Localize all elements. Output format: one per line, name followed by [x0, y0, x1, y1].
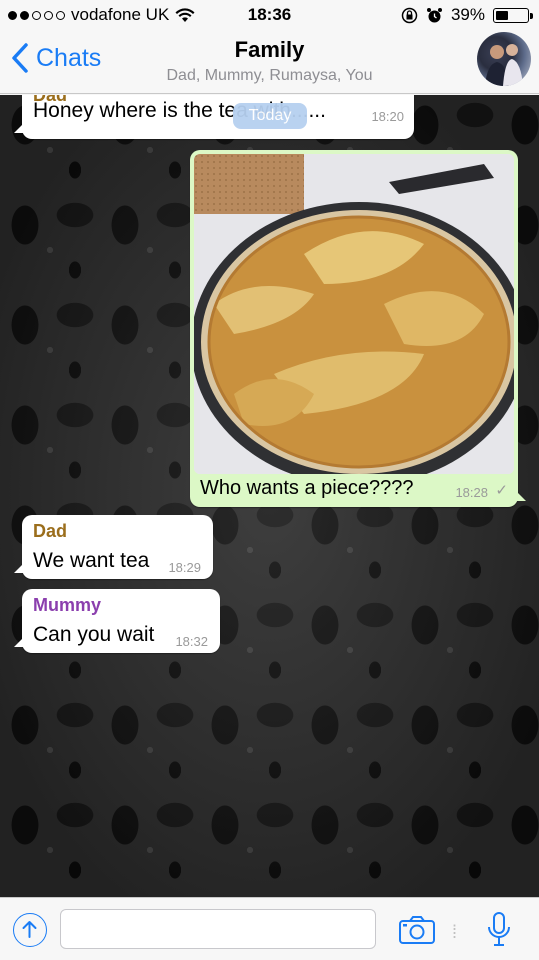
camera-button[interactable] [398, 915, 436, 945]
message-text: Can you wait [33, 623, 155, 646]
message-bubble[interactable]: Mummy Can you wait 18:32 [22, 589, 220, 653]
status-right: 39% [401, 5, 533, 25]
pie-image [194, 154, 514, 474]
message-time: 18:29 [168, 560, 201, 575]
group-avatar[interactable] [477, 32, 531, 86]
message-bubble[interactable]: Dad Honey where is the tea with...... 18… [22, 95, 414, 139]
image-message-bubble[interactable]: Who wants a piece???? 18:28 ✓ [190, 150, 518, 507]
date-divider: Today [233, 103, 307, 129]
camera-icon [399, 916, 435, 944]
message-bubble[interactable]: Dad We want tea 18:29 [22, 515, 213, 579]
microphone-icon [488, 912, 510, 946]
rotation-lock-icon [401, 7, 418, 23]
group-members[interactable]: Dad, Mummy, Rumaysa, You [0, 67, 539, 85]
pie-photo[interactable] [194, 154, 514, 474]
group-name[interactable]: Family [0, 37, 539, 63]
alarm-icon [426, 7, 442, 22]
message-input[interactable] [60, 909, 376, 949]
battery-icon [493, 7, 533, 23]
delivered-check-icon: ✓ [495, 482, 508, 499]
separator-dots: ⁞ [452, 922, 459, 942]
message-sender: Mummy [33, 595, 102, 615]
upload-icon [22, 921, 37, 938]
chat-area[interactable]: Dad Honey where is the tea with...... 18… [0, 95, 539, 897]
message-text: We want tea [33, 549, 150, 572]
message-time: 18:20 [371, 109, 404, 124]
message-sender: Dad [33, 521, 68, 541]
microphone-button[interactable] [486, 911, 512, 949]
message-time: 18:32 [175, 634, 208, 649]
chat-header: Chats Family Dad, Mummy, Rumaysa, You [0, 30, 539, 94]
battery-level [496, 10, 508, 20]
message-composer: ⁞ [0, 897, 539, 960]
status-bar: vodafone UK 18:36 39% [0, 0, 539, 30]
message-text: Who wants a piece???? [200, 477, 414, 499]
message-time: 18:28 [455, 485, 488, 500]
avatar-image [485, 44, 523, 86]
upload-button[interactable] [13, 913, 47, 947]
battery-percent: 39% [450, 5, 485, 24]
